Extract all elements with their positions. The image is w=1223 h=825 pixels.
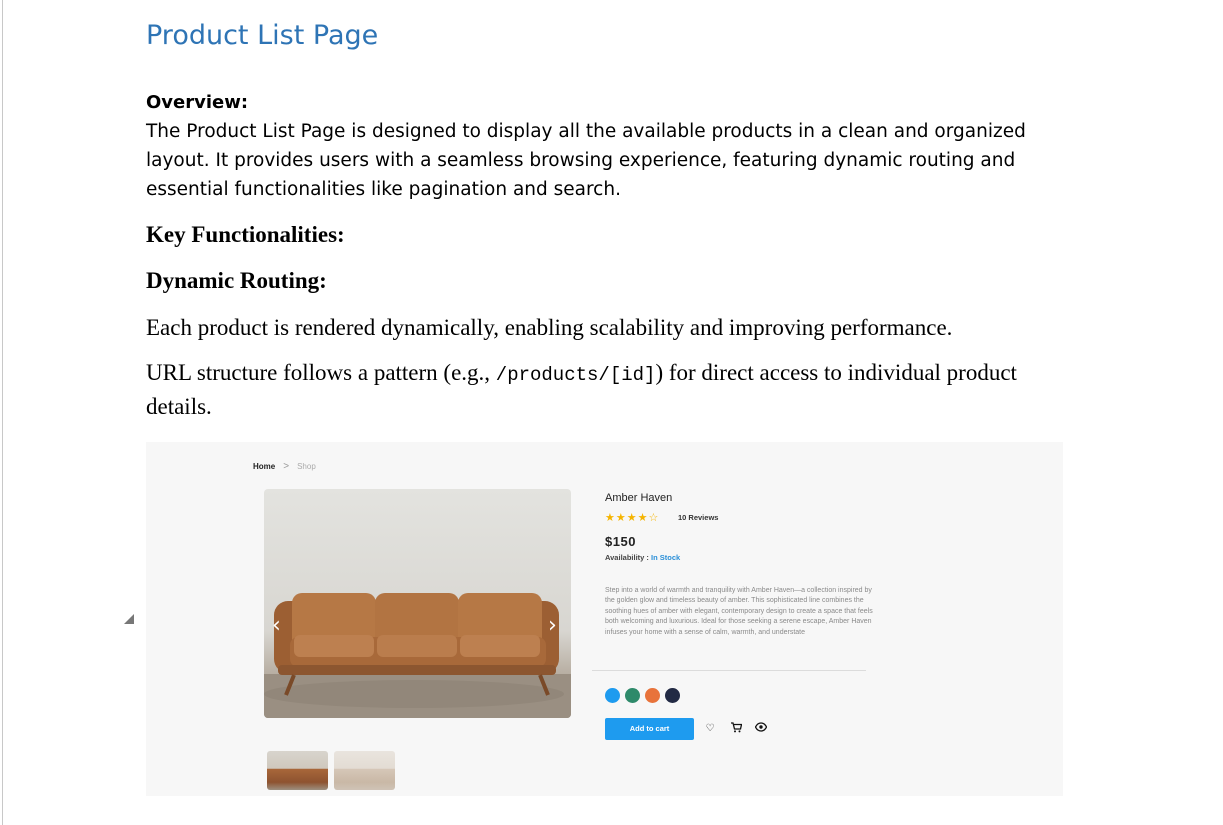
overview-paragraph: The Product List Page is designed to dis… [146, 121, 1026, 200]
divider [592, 670, 866, 671]
overview-heading: Overview: [146, 92, 249, 113]
availability: Availability : In Stock [605, 553, 680, 562]
breadcrumb-home[interactable]: Home [253, 462, 275, 471]
thumbnail-1[interactable] [267, 751, 328, 790]
cart-icon[interactable] [729, 722, 743, 736]
add-to-cart-button[interactable]: Add to cart [605, 718, 694, 740]
routing-paragraph-2: URL structure follows a pattern (e.g., /… [146, 357, 1076, 422]
color-swatch-green[interactable] [625, 688, 640, 703]
heart-icon[interactable]: ♡ [703, 722, 717, 736]
product-description: Step into a world of warmth and tranquil… [605, 587, 873, 636]
product-page-screenshot: Home > Shop ‹ › Amber Haven ★★★★☆ 10 Revie… [146, 442, 1063, 796]
carousel-prev-icon[interactable]: ‹ [272, 613, 281, 638]
color-swatch-orange[interactable] [645, 688, 660, 703]
product-main-image: ‹ › [264, 489, 571, 718]
color-swatches [605, 688, 680, 703]
sofa-image [264, 593, 571, 718]
page-title: Product List Page [146, 20, 379, 51]
breadcrumb-separator: > [283, 461, 290, 472]
review-count[interactable]: 10 Reviews [678, 513, 718, 522]
dynamic-routing-heading: Dynamic Routing: [146, 268, 327, 293]
breadcrumb: Home > Shop [253, 461, 316, 472]
page-left-edge [2, 0, 3, 825]
color-swatch-blue[interactable] [605, 688, 620, 703]
thumbnail-2[interactable] [334, 751, 395, 790]
color-swatch-navy[interactable] [665, 688, 680, 703]
rating-stars: ★★★★☆ [605, 511, 660, 524]
carousel-next-icon[interactable]: › [548, 613, 557, 638]
availability-status: In Stock [651, 553, 681, 562]
availability-label: Availability : [605, 553, 649, 562]
para2-before: URL structure follows a pattern (e.g., [146, 360, 496, 385]
url-pattern-code: /products/[id] [495, 364, 656, 386]
product-name: Amber Haven [605, 492, 673, 504]
routing-paragraph-1: Each product is rendered dynamically, en… [146, 315, 953, 340]
product-price: $150 [605, 534, 636, 549]
breadcrumb-shop[interactable]: Shop [297, 462, 316, 471]
key-functionalities-heading: Key Functionalities: [146, 222, 345, 247]
eye-icon[interactable] [754, 722, 768, 736]
resize-handle-icon [124, 614, 134, 624]
